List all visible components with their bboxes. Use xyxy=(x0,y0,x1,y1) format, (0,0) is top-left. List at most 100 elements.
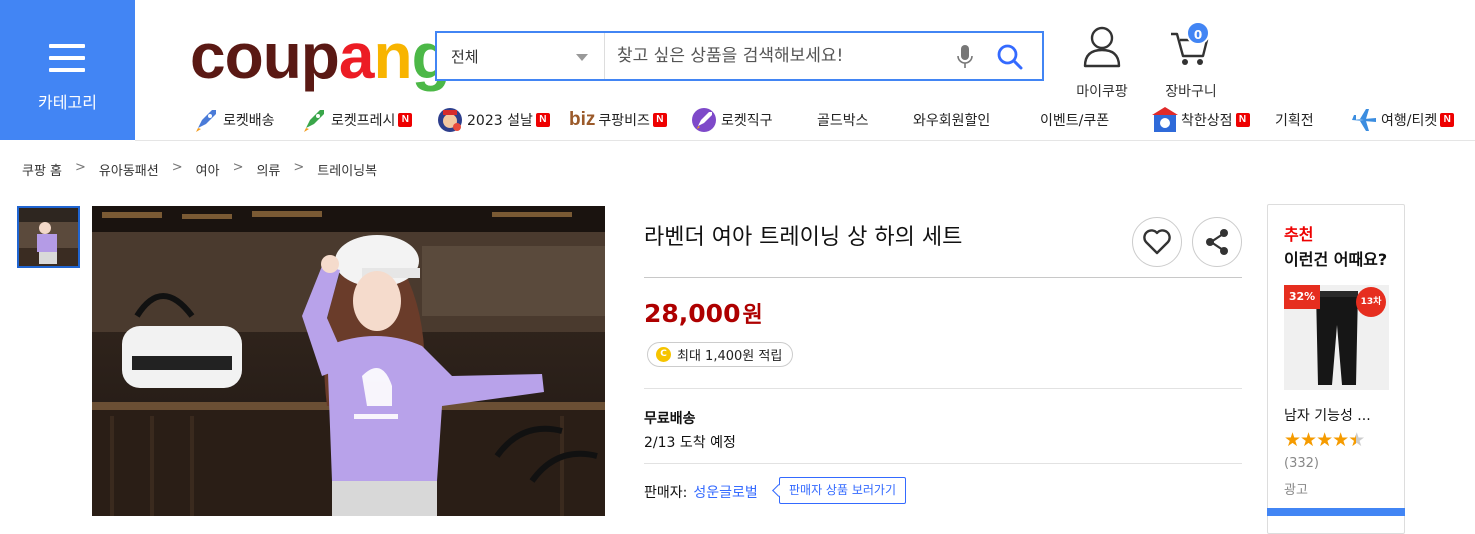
recommend-bottom-bar[interactable] xyxy=(1267,508,1405,516)
breadcrumb-separator: > xyxy=(293,160,305,175)
discount-badge: 32% xyxy=(1284,285,1320,309)
star-icon: ★ xyxy=(1316,429,1333,451)
search-icon[interactable] xyxy=(996,43,1024,71)
nav-label: 기획전 xyxy=(1275,113,1314,129)
star-half-icon: ★ xyxy=(1348,429,1365,451)
review-count: (332) xyxy=(1284,456,1319,471)
new-badge: N xyxy=(535,113,550,127)
new-badge: N xyxy=(398,113,413,127)
share-button[interactable] xyxy=(1192,217,1242,267)
heart-icon xyxy=(1143,229,1171,255)
seller-info: 판매자: 성운글로벌 xyxy=(644,482,758,502)
search-category-value: 전체 xyxy=(451,48,479,66)
reward-text: 최대 1,400원 적립 xyxy=(677,349,783,364)
nav-rocket-delivery[interactable]: 로켓배송 xyxy=(192,104,275,136)
cart-button[interactable]: 장바구니 0 xyxy=(1156,21,1226,101)
hamburger-icon xyxy=(49,44,85,72)
search-bar: 전체 xyxy=(435,31,1044,81)
ad-label: 광고 xyxy=(1284,483,1308,498)
recommend-title: 이런건 어때요? xyxy=(1284,250,1388,269)
lunar-new-year-icon xyxy=(438,108,462,132)
nav-events-coupons[interactable]: 이벤트/쿠폰 xyxy=(1040,104,1109,136)
good-store-icon xyxy=(1152,107,1178,132)
header-divider xyxy=(135,140,1475,141)
nav-rocket-fresh[interactable]: 로켓프레시 N xyxy=(300,104,413,136)
recommend-title-red: 추천 xyxy=(1284,225,1314,244)
breadcrumb: 쿠팡 홈 > 유아동패션 > 여아 > 의류 > 트레이닝복 xyxy=(22,160,377,179)
seller-products-button[interactable]: 판매자 상품 보러가기 xyxy=(779,477,906,504)
breadcrumb-separator: > xyxy=(75,160,86,175)
star-icon: ★ xyxy=(1284,429,1301,451)
nav-rocket-global[interactable]: 로켓직구 xyxy=(690,104,773,136)
product-price: 28,000원 xyxy=(644,297,763,329)
dropdown-caret-icon xyxy=(576,54,588,61)
nav-label: 로켓프레시 xyxy=(331,113,396,129)
price-unit: 원 xyxy=(742,303,763,328)
rocket-icon xyxy=(196,110,216,132)
nav-label: 골드박스 xyxy=(817,113,869,129)
logo-letter: u xyxy=(262,20,302,92)
biz-logo: biz xyxy=(569,109,596,130)
new-badge: N xyxy=(1440,113,1455,127)
nav-exhibition[interactable]: 기획전 xyxy=(1275,104,1314,136)
title-divider xyxy=(644,277,1242,278)
product-title: 라벤더 여아 트레이닝 상 하의 세트 xyxy=(644,225,963,250)
nav-label: 로켓직구 xyxy=(721,113,773,129)
nav-lunar-new-year[interactable]: 2023 설날 N xyxy=(436,104,550,136)
recommend-panel: 추천 이런건 어때요? 32% 13차 남자 기능성 ... ★★★★★ (33… xyxy=(1267,204,1405,534)
shipping-divider xyxy=(644,463,1242,464)
rating-stars: ★★★★★ xyxy=(1284,429,1365,451)
coupang-logo[interactable]: coupang xyxy=(190,24,451,88)
rocket-global-icon xyxy=(692,108,716,132)
logo-letter: o xyxy=(224,20,264,92)
recommend-product-image[interactable]: 32% 13차 xyxy=(1284,285,1389,390)
reward-badge: C 최대 1,400원 적립 xyxy=(647,342,794,367)
nav-label: 쿠팡비즈 xyxy=(598,113,650,129)
nav-label: 착한상점 xyxy=(1181,113,1233,129)
breadcrumb-separator: > xyxy=(232,160,244,175)
logo-letter: a xyxy=(338,20,375,92)
search-input[interactable] xyxy=(617,42,947,70)
rocket-fresh-icon xyxy=(304,110,324,132)
product-main-image[interactable] xyxy=(92,206,605,516)
mycoupang-button[interactable]: 마이쿠팡 xyxy=(1070,24,1134,101)
new-badge: N xyxy=(652,113,667,127)
nav-label: 로켓배송 xyxy=(223,113,275,129)
logo-letter: n xyxy=(373,20,412,92)
breadcrumb-item[interactable]: 여아 xyxy=(196,160,220,179)
logo-letter: c xyxy=(190,20,226,92)
microphone-icon[interactable] xyxy=(956,44,974,70)
nav-label: 여행/티켓 xyxy=(1381,113,1438,129)
price-value: 28,000 xyxy=(644,299,741,328)
nav-travel-ticket[interactable]: 여행/티켓 N xyxy=(1350,104,1455,136)
seller-name-link[interactable]: 성운글로벌 xyxy=(693,482,757,502)
new-badge: N xyxy=(1235,113,1250,127)
nav-label: 2023 설날 xyxy=(467,113,533,129)
wishlist-button[interactable] xyxy=(1132,217,1182,267)
nav-good-store[interactable]: 착한상점 N xyxy=(1152,104,1250,136)
product-photo xyxy=(92,206,605,516)
breadcrumb-item[interactable]: 트레이닝복 xyxy=(317,160,377,179)
breadcrumb-item[interactable]: 쿠팡 홈 xyxy=(22,160,62,179)
price-divider xyxy=(644,388,1242,389)
category-menu-button[interactable]: 카테고리 xyxy=(0,0,135,140)
search-category-select[interactable]: 전체 xyxy=(437,33,605,79)
product-thumbnail[interactable] xyxy=(17,206,80,268)
nav-wow-discount[interactable]: 와우회원할인 xyxy=(913,104,990,136)
shipping-title: 무료배송 xyxy=(644,411,696,427)
breadcrumb-item[interactable]: 의류 xyxy=(256,160,280,179)
seller-label: 판매자: xyxy=(644,485,688,501)
nav-label: 이벤트/쿠폰 xyxy=(1040,113,1110,129)
recommend-product-name[interactable]: 남자 기능성 ... xyxy=(1284,405,1371,425)
coupang-cash-icon: C xyxy=(656,347,671,362)
user-icon xyxy=(1083,26,1121,68)
airplane-icon xyxy=(1352,109,1376,131)
edition-badge: 13차 xyxy=(1356,287,1386,317)
nav-label: 와우회원할인 xyxy=(913,113,991,129)
breadcrumb-item[interactable]: 유아동패션 xyxy=(99,160,159,179)
nav-coupang-biz[interactable]: biz 쿠팡비즈 N xyxy=(569,104,667,136)
star-icon: ★ xyxy=(1332,429,1349,451)
nav-goldbox[interactable]: 골드박스 xyxy=(817,104,869,136)
star-icon: ★ xyxy=(1300,429,1317,451)
cart-count-badge: 0 xyxy=(1186,21,1210,45)
